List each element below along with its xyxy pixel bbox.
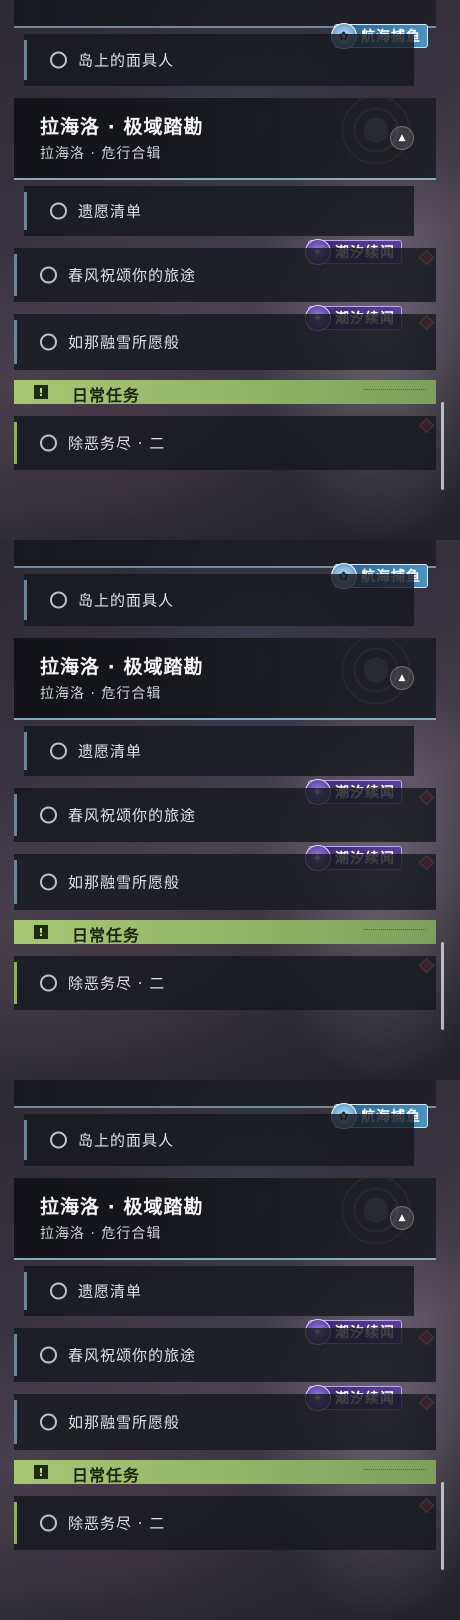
quest-item-mask[interactable]: 岛上的面具人 xyxy=(24,574,414,626)
quest-group-header[interactable]: 拉海洛 · 极域踏勘 拉海洛 · 危行合辑 ▲ xyxy=(14,638,436,720)
quest-indent-bar xyxy=(24,580,27,620)
quest-status-circle-icon xyxy=(40,1514,57,1532)
quest-label: 春风祝颂你的旅途 xyxy=(68,806,197,825)
quest-item-spring[interactable]: 春风祝颂你的旅途 xyxy=(14,788,436,842)
decorative-dots xyxy=(364,389,426,394)
quest-group-title: 拉海洛 · 极域踏勘 xyxy=(40,656,204,678)
quest-item-spring[interactable]: 春风祝颂你的旅途 xyxy=(14,1328,436,1382)
quest-group-title: 拉海洛 · 极域踏勘 xyxy=(40,1196,204,1218)
quest-indent-bar xyxy=(14,320,17,364)
quest-tracker-panel: ✿ 航海捕鱼 岛上的面具人 拉海洛 · 极域踏勘 拉海洛 · 危行合辑 ▲ 遗愿… xyxy=(0,0,460,540)
quest-status-circle-icon xyxy=(40,806,57,824)
quest-indent-bar xyxy=(14,422,17,464)
quest-item-daily[interactable]: 除恶务尽 · 二 xyxy=(14,416,436,470)
quest-item-snow[interactable]: 如那融雪所愿般 xyxy=(14,1394,436,1450)
quest-indent-bar xyxy=(24,40,27,80)
quest-status-circle-icon xyxy=(50,1282,67,1300)
quest-indent-bar xyxy=(24,732,27,770)
quest-indent-bar xyxy=(24,1120,27,1160)
daily-quests-header[interactable]: ! 日常任务 xyxy=(14,1460,436,1485)
quest-group-subtitle: 拉海洛 · 危行合辑 xyxy=(40,146,162,162)
quest-label: 遗愿清单 xyxy=(78,202,143,221)
quest-status-circle-icon xyxy=(40,974,57,992)
triangle-up-icon[interactable]: ▲ xyxy=(390,1206,414,1230)
quest-status-circle-icon xyxy=(40,434,57,452)
quest-status-circle-icon xyxy=(40,266,57,284)
quest-item-mask[interactable]: 岛上的面具人 xyxy=(24,1114,414,1166)
quest-group-header[interactable]: 拉海洛 · 极域踏勘 拉海洛 · 危行合辑 ▲ xyxy=(14,1178,436,1260)
quest-label: 除恶务尽 · 二 xyxy=(68,1514,166,1533)
quest-label: 如那融雪所愿般 xyxy=(68,1413,181,1432)
quest-label: 春风祝颂你的旅途 xyxy=(68,266,197,285)
quest-status-circle-icon xyxy=(50,591,67,609)
quest-label: 遗愿清单 xyxy=(78,742,143,761)
quest-item-mask[interactable]: 岛上的面具人 xyxy=(24,34,414,86)
quest-label: 除恶务尽 · 二 xyxy=(68,434,166,453)
scrollbar[interactable] xyxy=(441,942,444,1030)
exclamation-icon: ! xyxy=(24,922,58,942)
quest-tracker-panel: ✿ 航海捕鱼 岛上的面具人 拉海洛 · 极域踏勘 拉海洛 · 危行合辑 ▲ 遗愿… xyxy=(0,540,460,1080)
quest-status-circle-icon xyxy=(40,873,57,891)
quest-indent-bar xyxy=(14,962,17,1004)
quest-indent-bar xyxy=(14,1502,17,1544)
decorative-dots xyxy=(364,1469,426,1474)
quest-item-wishlist[interactable]: 遗愿清单 xyxy=(24,1266,414,1316)
quest-group-subtitle: 拉海洛 · 危行合辑 xyxy=(40,1226,162,1242)
quest-group-subtitle: 拉海洛 · 危行合辑 xyxy=(40,686,162,702)
quest-status-circle-icon xyxy=(40,1413,57,1431)
quest-item-wishlist[interactable]: 遗愿清单 xyxy=(24,186,414,236)
scrollbar[interactable] xyxy=(441,1482,444,1570)
daily-quests-label: 日常任务 xyxy=(72,926,141,945)
quest-label: 如那融雪所愿般 xyxy=(68,873,181,892)
quest-indent-bar xyxy=(14,1334,17,1376)
quest-status-circle-icon xyxy=(40,333,57,351)
quest-item-wishlist[interactable]: 遗愿清单 xyxy=(24,726,414,776)
daily-quests-label: 日常任务 xyxy=(72,1466,141,1485)
quest-item-daily[interactable]: 除恶务尽 · 二 xyxy=(14,956,436,1010)
daily-quests-header[interactable]: ! 日常任务 xyxy=(14,380,436,405)
quest-indent-bar xyxy=(14,1400,17,1444)
quest-group-title: 拉海洛 · 极域踏勘 xyxy=(40,116,204,138)
quest-item-snow[interactable]: 如那融雪所愿般 xyxy=(14,854,436,910)
quest-status-circle-icon xyxy=(50,51,67,69)
quest-label: 春风祝颂你的旅途 xyxy=(68,1346,197,1365)
quest-item-snow[interactable]: 如那融雪所愿般 xyxy=(14,314,436,370)
quest-indent-bar xyxy=(14,794,17,836)
quest-label: 如那融雪所愿般 xyxy=(68,333,181,352)
daily-quests-header[interactable]: ! 日常任务 xyxy=(14,920,436,945)
quest-label: 除恶务尽 · 二 xyxy=(68,974,166,993)
quest-status-circle-icon xyxy=(50,1131,67,1149)
quest-tracker-panel: ✿ 航海捕鱼 岛上的面具人 拉海洛 · 极域踏勘 拉海洛 · 危行合辑 ▲ 遗愿… xyxy=(0,1080,460,1620)
quest-indent-bar xyxy=(14,860,17,904)
quest-indent-bar xyxy=(14,254,17,296)
quest-item-daily[interactable]: 除恶务尽 · 二 xyxy=(14,1496,436,1550)
exclamation-icon: ! xyxy=(24,1462,58,1482)
quest-status-circle-icon xyxy=(50,742,67,760)
scrollbar[interactable] xyxy=(441,402,444,490)
quest-group-header[interactable]: 拉海洛 · 极域踏勘 拉海洛 · 危行合辑 ▲ xyxy=(14,98,436,180)
quest-label: 岛上的面具人 xyxy=(78,1131,175,1150)
decorative-dots xyxy=(364,929,426,934)
quest-indent-bar xyxy=(24,192,27,230)
daily-quests-label: 日常任务 xyxy=(72,386,141,405)
quest-label: 岛上的面具人 xyxy=(78,51,175,70)
quest-item-spring[interactable]: 春风祝颂你的旅途 xyxy=(14,248,436,302)
triangle-up-icon[interactable]: ▲ xyxy=(390,126,414,150)
quest-status-circle-icon xyxy=(50,202,67,220)
quest-label: 岛上的面具人 xyxy=(78,591,175,610)
quest-label: 遗愿清单 xyxy=(78,1282,143,1301)
exclamation-icon: ! xyxy=(24,382,58,402)
quest-status-circle-icon xyxy=(40,1346,57,1364)
quest-indent-bar xyxy=(24,1272,27,1310)
triangle-up-icon[interactable]: ▲ xyxy=(390,666,414,690)
quest-tracker-screens: ✿ 航海捕鱼 岛上的面具人 拉海洛 · 极域踏勘 拉海洛 · 危行合辑 ▲ 遗愿… xyxy=(0,0,460,1620)
